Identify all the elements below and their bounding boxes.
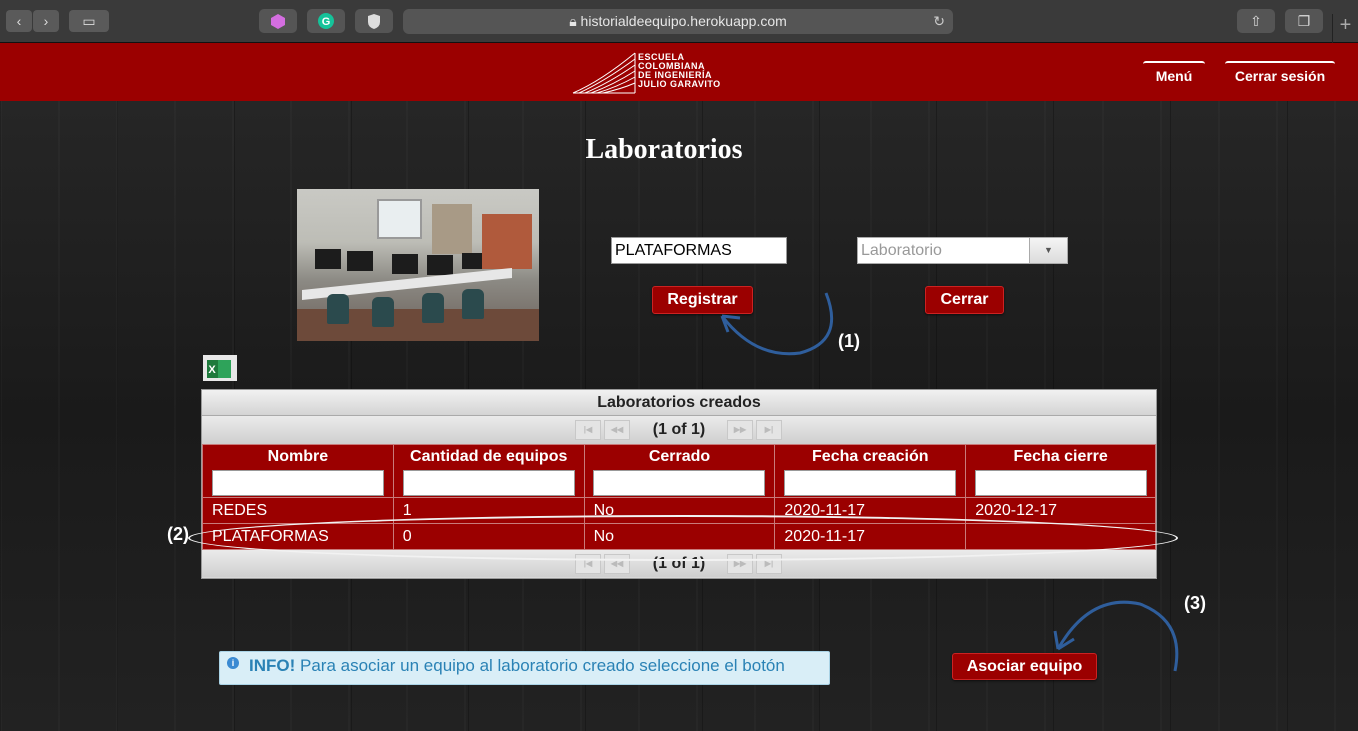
grammarly-icon: G [318,13,334,29]
forward-button[interactable]: › [33,10,59,32]
extension-button[interactable] [259,9,297,33]
svg-text:G: G [322,16,331,28]
lock-icon: 🔒︎ [569,13,577,29]
curved-arrow-icon [720,292,834,356]
logo-mark-icon [572,52,636,94]
sidebar-button[interactable]: ▭ [69,10,109,32]
new-tab-button[interactable]: + [1332,14,1358,43]
reload-icon[interactable]: ↻ [933,9,945,34]
curved-arrow-icon [1056,600,1179,672]
share-icon: ⇧ [1250,13,1262,29]
shield-icon [368,14,380,29]
cube-icon [271,14,285,29]
tabs-button[interactable]: ❐ [1285,9,1323,33]
logout-button[interactable]: Cerrar sesión [1225,61,1335,89]
back-button[interactable]: ‹ [6,10,32,32]
chevron-left-icon: ‹ [16,13,22,29]
logo-text: Escuela Colombiana de Ingeniería Julio G… [638,52,721,89]
chevron-right-icon: › [43,13,49,29]
menu-button[interactable]: Menú [1143,61,1205,89]
address-bar[interactable]: 🔒︎ historialdeequipo.herokuapp.com ↻ [403,9,953,34]
sidebar-icon: ▭ [82,13,96,29]
grammarly-button[interactable]: G [307,9,345,33]
browser-toolbar: ‹ › ▭ G 🔒︎ historialdeequipo.herokuapp.c… [0,0,1358,43]
main-content: Laboratorios PLATAFORMAS Laboratorio ▼ R… [0,101,1358,731]
share-button[interactable]: ⇧ [1237,9,1275,33]
tabs-icon: ❐ [1297,13,1311,29]
annotation-arrows [720,292,1179,672]
university-logo[interactable]: Escuela Colombiana de Ingeniería Julio G… [571,51,741,95]
privacy-button[interactable] [355,9,393,33]
url-text: historialdeequipo.herokuapp.com [580,13,787,29]
site-header: Escuela Colombiana de Ingeniería Julio G… [0,43,1358,101]
